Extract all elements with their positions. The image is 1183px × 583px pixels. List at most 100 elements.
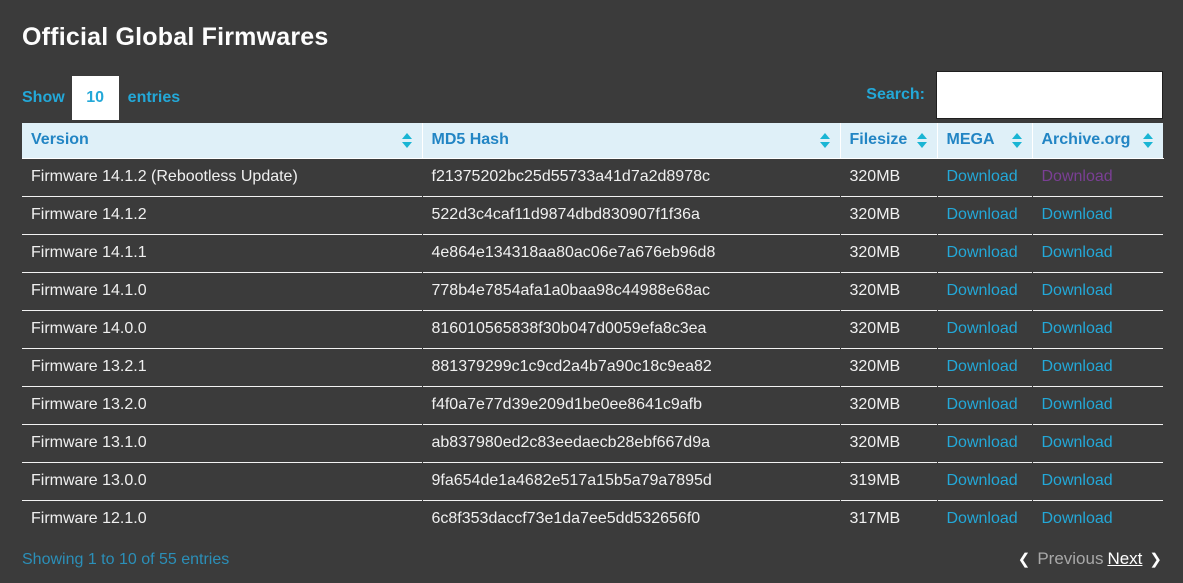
column-header-filesize-label: Filesize [849,131,908,149]
cell-mega: Download [937,461,1032,500]
pagination: ❮ Previous Next ❯ [1013,549,1167,569]
table-row: Firmware 14.1.2 (Rebootless Update) f2137… [22,158,1163,196]
sort-both-icon[interactable] [1011,132,1023,148]
cell-md5-text: 9fa654de1a4682e517a15b5a79a7895d [431,472,712,489]
cell-version-text: Firmware 14.1.2 (Rebootless Update) [31,168,298,185]
entries-length-control: Show 10 entries [22,76,180,120]
pagination-next-button[interactable]: Next [1105,549,1144,569]
cell-filesize: 319MB [840,461,937,500]
mega-download-link[interactable]: Download [947,396,1018,413]
search-input[interactable] [936,71,1163,119]
mega-download-link[interactable]: Download [947,244,1018,261]
cell-version-text: Firmware 13.2.0 [31,396,147,413]
search-label: Search: [866,86,925,103]
cell-archive: Download [1032,271,1163,310]
table-header-row: Version MD5 Hash Filesize MEGA Archive.o… [22,123,1163,159]
archive-download-link[interactable]: Download [1042,244,1113,261]
cell-archive: Download [1032,233,1163,272]
column-header-mega-label: MEGA [946,131,995,149]
cell-md5: ab837980ed2c83eedaecb28ebf667d9a [422,423,840,462]
firmware-table-wrap: Version MD5 Hash Filesize MEGA Archive.o… [22,123,1164,538]
cell-filesize-text: 320MB [849,282,901,299]
mega-download-link[interactable]: Download [947,434,1018,451]
mega-download-link[interactable]: Download [947,206,1018,223]
table-row: Firmware 13.2.0 f4f0a7e77d39e209d1be0ee86… [22,385,1163,424]
cell-md5-text: f4f0a7e77d39e209d1be0ee8641c9afb [431,396,703,413]
search-filter: Search: [866,71,1163,119]
entries-label-entries: entries [127,89,181,106]
page-title: Official Global Firmwares [22,23,329,51]
column-header-md5[interactable]: MD5 Hash [422,123,841,159]
cell-filesize: 320MB [840,195,937,234]
chevron-left-icon: ❮ [1017,551,1031,568]
archive-download-link[interactable]: Download [1042,168,1113,185]
cell-md5: 9fa654de1a4682e517a15b5a79a7895d [422,461,840,500]
cell-md5: 816010565838f30b047d0059efa8c3ea [422,309,840,348]
table-row: Firmware 14.1.1 4e864e134318aa80ac06e7a67… [22,233,1163,272]
mega-download-link[interactable]: Download [947,320,1018,337]
mega-download-link[interactable]: Download [947,472,1018,489]
table-controls: Show 10 entries Search: [20,66,1163,123]
cell-mega: Download [937,385,1032,424]
firmware-table: Version MD5 Hash Filesize MEGA Archive.o… [22,123,1164,538]
sort-both-icon[interactable] [1143,132,1154,148]
cell-filesize-text: 320MB [849,396,901,413]
cell-filesize-text: 320MB [849,244,901,261]
cell-md5-text: 6c8f353daccf73e1da7ee5dd532656f0 [431,510,701,528]
pagination-previous-button[interactable]: Previous [1035,549,1105,569]
table-row: Firmware 13.0.0 9fa654de1a4682e517a15b5a7… [22,461,1163,500]
archive-download-link[interactable]: Download [1042,510,1113,527]
cell-md5-text: 4e864e134318aa80ac06e7a676eb96d8 [431,244,716,261]
cell-version: Firmware 13.0.0 [22,461,422,500]
cell-mega: Download [937,233,1032,272]
archive-download-link[interactable]: Download [1042,396,1113,413]
table-row: Firmware 14.0.0 816010565838f30b047d0059e… [22,309,1163,348]
archive-download-link[interactable]: Download [1042,358,1113,375]
archive-download-link[interactable]: Download [1042,206,1113,223]
cell-filesize-text: 317MB [849,510,901,528]
archive-download-link[interactable]: Download [1042,282,1113,299]
archive-download-link[interactable]: Download [1042,434,1113,451]
cell-filesize: 320MB [840,423,937,462]
cell-mega: Download [937,271,1032,310]
cell-version-text: Firmware 14.0.0 [31,320,147,337]
cell-version-text: Firmware 13.2.1 [31,358,147,375]
cell-md5-text: ab837980ed2c83eedaecb28ebf667d9a [431,434,711,451]
cell-md5: 4e864e134318aa80ac06e7a676eb96d8 [422,233,840,272]
entries-length-select[interactable]: 10 [71,76,119,120]
table-body: Firmware 14.1.2 (Rebootless Update) f2137… [22,158,1163,538]
column-header-filesize[interactable]: Filesize [840,123,938,159]
cell-version: Firmware 12.1.0 [22,499,422,538]
chevron-right-icon: ❯ [1149,551,1162,568]
sort-both-icon[interactable] [401,132,413,148]
cell-version-text: Firmware 13.1.0 [31,434,147,451]
cell-version-text: Firmware 14.1.1 [31,244,147,261]
archive-download-link[interactable]: Download [1042,320,1113,337]
cell-mega: Download [937,309,1032,348]
cell-archive: Download [1032,423,1163,462]
cell-filesize-text: 320MB [849,206,901,223]
mega-download-link[interactable]: Download [947,510,1018,527]
table-row: Firmware 12.1.0 6c8f353daccf73e1da7ee5dd5… [22,499,1163,538]
cell-md5: 522d3c4caf11d9874dbd830907f1f36a [422,195,840,234]
cell-version: Firmware 13.1.0 [22,423,422,462]
cell-version: Firmware 13.2.1 [22,347,422,386]
column-header-archive[interactable]: Archive.org [1032,123,1163,159]
table-row: Firmware 13.1.0 ab837980ed2c83eedaecb28eb… [22,423,1163,462]
cell-filesize-text: 320MB [849,434,901,451]
column-header-version[interactable]: Version [22,123,423,159]
cell-mega: Download [937,499,1032,538]
mega-download-link[interactable]: Download [947,282,1018,299]
mega-download-link[interactable]: Download [947,358,1018,375]
table-head: Version MD5 Hash Filesize MEGA Archive.o… [22,123,1163,159]
cell-md5: f21375202bc25d55733a41d7a2d8978c [422,158,840,196]
column-header-mega[interactable]: MEGA [937,123,1033,159]
cell-md5: 881379299c1c9cd2a4b7a90c18c9ea82 [422,347,840,386]
mega-download-link[interactable]: Download [947,168,1018,185]
cell-filesize: 320MB [840,347,937,386]
archive-download-link[interactable]: Download [1042,472,1113,489]
sort-both-icon[interactable] [916,132,928,148]
cell-archive: Download [1032,385,1163,424]
cell-version: Firmware 14.1.0 [22,271,422,310]
sort-both-icon[interactable] [819,132,831,148]
